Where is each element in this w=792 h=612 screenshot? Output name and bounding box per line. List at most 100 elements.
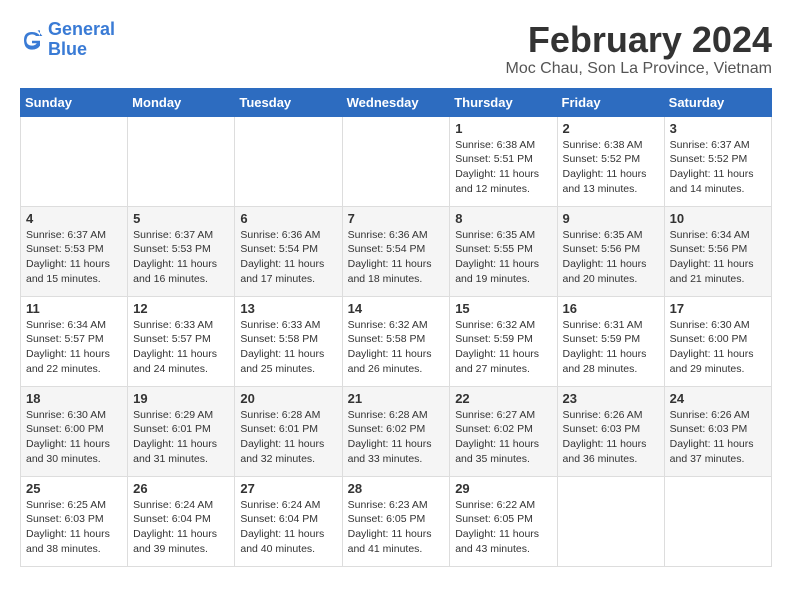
day-info: Sunrise: 6:34 AM Sunset: 5:57 PM Dayligh…: [26, 318, 122, 377]
day-info: Sunrise: 6:23 AM Sunset: 6:05 PM Dayligh…: [348, 498, 445, 557]
calendar-cell: 14Sunrise: 6:32 AM Sunset: 5:58 PM Dayli…: [342, 296, 450, 386]
day-info: Sunrise: 6:34 AM Sunset: 5:56 PM Dayligh…: [670, 228, 766, 287]
logo: General Blue: [20, 20, 115, 60]
calendar-header-row: SundayMondayTuesdayWednesdayThursdayFrid…: [21, 88, 772, 116]
day-header-monday: Monday: [128, 88, 235, 116]
title-section: February 2024 Moc Chau, Son La Province,…: [505, 20, 772, 78]
day-header-sunday: Sunday: [21, 88, 128, 116]
calendar-cell: [128, 116, 235, 206]
logo-icon: [20, 28, 44, 52]
calendar-cell: 20Sunrise: 6:28 AM Sunset: 6:01 PM Dayli…: [235, 386, 342, 476]
calendar-cell: 3 Sunrise: 6:37 AM Sunset: 5:52 PM Daylig…: [664, 116, 771, 206]
calendar-cell: 11 Sunrise: 6:34 AM Sunset: 5:57 PM Dayli…: [21, 296, 128, 386]
calendar-cell: 1 Sunrise: 6:38 AM Sunset: 5:51 PM Daylig…: [450, 116, 557, 206]
month-title: February 2024: [505, 20, 772, 60]
day-number: 10: [670, 211, 766, 226]
calendar-cell: [235, 116, 342, 206]
day-info: Sunrise: 6:32 AM Sunset: 5:59 PM Dayligh…: [455, 318, 551, 377]
day-number: 12: [133, 301, 229, 316]
calendar-cell: [664, 476, 771, 566]
day-info: Sunrise: 6:26 AM Sunset: 6:03 PM Dayligh…: [563, 408, 659, 467]
calendar-cell: [21, 116, 128, 206]
calendar-cell: 19Sunrise: 6:29 AM Sunset: 6:01 PM Dayli…: [128, 386, 235, 476]
calendar-cell: 2Sunrise: 6:38 AM Sunset: 5:52 PM Daylig…: [557, 116, 664, 206]
day-info: Sunrise: 6:31 AM Sunset: 5:59 PM Dayligh…: [563, 318, 659, 377]
calendar-cell: 23Sunrise: 6:26 AM Sunset: 6:03 PM Dayli…: [557, 386, 664, 476]
day-number: 5: [133, 211, 229, 226]
day-info: Sunrise: 6:38 AM Sunset: 5:51 PM Dayligh…: [455, 138, 551, 197]
day-number: 18: [26, 391, 122, 406]
day-info: Sunrise: 6:27 AM Sunset: 6:02 PM Dayligh…: [455, 408, 551, 467]
calendar-cell: 22Sunrise: 6:27 AM Sunset: 6:02 PM Dayli…: [450, 386, 557, 476]
calendar-cell: 7 Sunrise: 6:36 AM Sunset: 5:54 PM Daylig…: [342, 206, 450, 296]
day-number: 7: [348, 211, 445, 226]
calendar-week-row: 1 Sunrise: 6:38 AM Sunset: 5:51 PM Daylig…: [21, 116, 772, 206]
day-info: Sunrise: 6:24 AM Sunset: 6:04 PM Dayligh…: [240, 498, 336, 557]
calendar-cell: 16 Sunrise: 6:31 AM Sunset: 5:59 PM Dayli…: [557, 296, 664, 386]
calendar-cell: 21Sunrise: 6:28 AM Sunset: 6:02 PM Dayli…: [342, 386, 450, 476]
day-number: 16: [563, 301, 659, 316]
day-info: Sunrise: 6:32 AM Sunset: 5:58 PM Dayligh…: [348, 318, 445, 377]
day-header-saturday: Saturday: [664, 88, 771, 116]
day-number: 21: [348, 391, 445, 406]
calendar-week-row: 25 Sunrise: 6:25 AM Sunset: 6:03 PM Dayli…: [21, 476, 772, 566]
day-info: Sunrise: 6:22 AM Sunset: 6:05 PM Dayligh…: [455, 498, 551, 557]
location: Moc Chau, Son La Province, Vietnam: [505, 60, 772, 78]
day-header-wednesday: Wednesday: [342, 88, 450, 116]
calendar-cell: 18 Sunrise: 6:30 AM Sunset: 6:00 PM Dayli…: [21, 386, 128, 476]
calendar-cell: 13Sunrise: 6:33 AM Sunset: 5:58 PM Dayli…: [235, 296, 342, 386]
day-number: 24: [670, 391, 766, 406]
calendar-body: 1 Sunrise: 6:38 AM Sunset: 5:51 PM Daylig…: [21, 116, 772, 566]
day-info: Sunrise: 6:35 AM Sunset: 5:56 PM Dayligh…: [563, 228, 659, 287]
day-number: 26: [133, 481, 229, 496]
day-number: 1: [455, 121, 551, 136]
day-header-tuesday: Tuesday: [235, 88, 342, 116]
calendar-cell: 5 Sunrise: 6:37 AM Sunset: 5:53 PM Daylig…: [128, 206, 235, 296]
day-number: 8: [455, 211, 551, 226]
day-info: Sunrise: 6:35 AM Sunset: 5:55 PM Dayligh…: [455, 228, 551, 287]
calendar-cell: 10 Sunrise: 6:34 AM Sunset: 5:56 PM Dayli…: [664, 206, 771, 296]
day-info: Sunrise: 6:37 AM Sunset: 5:52 PM Dayligh…: [670, 138, 766, 197]
day-header-thursday: Thursday: [450, 88, 557, 116]
day-info: Sunrise: 6:25 AM Sunset: 6:03 PM Dayligh…: [26, 498, 122, 557]
day-info: Sunrise: 6:30 AM Sunset: 6:00 PM Dayligh…: [670, 318, 766, 377]
calendar-week-row: 4 Sunrise: 6:37 AM Sunset: 5:53 PM Daylig…: [21, 206, 772, 296]
day-info: Sunrise: 6:33 AM Sunset: 5:57 PM Dayligh…: [133, 318, 229, 377]
day-number: 17: [670, 301, 766, 316]
calendar-cell: [557, 476, 664, 566]
day-number: 25: [26, 481, 122, 496]
day-number: 3: [670, 121, 766, 136]
day-info: Sunrise: 6:36 AM Sunset: 5:54 PM Dayligh…: [348, 228, 445, 287]
day-info: Sunrise: 6:24 AM Sunset: 6:04 PM Dayligh…: [133, 498, 229, 557]
day-number: 11: [26, 301, 122, 316]
calendar-cell: 24 Sunrise: 6:26 AM Sunset: 6:03 PM Dayli…: [664, 386, 771, 476]
calendar-cell: 9 Sunrise: 6:35 AM Sunset: 5:56 PM Daylig…: [557, 206, 664, 296]
day-number: 6: [240, 211, 336, 226]
day-number: 20: [240, 391, 336, 406]
day-number: 27: [240, 481, 336, 496]
calendar-week-row: 18 Sunrise: 6:30 AM Sunset: 6:00 PM Dayli…: [21, 386, 772, 476]
logo-text: General Blue: [48, 20, 115, 60]
header: General Blue February 2024 Moc Chau, Son…: [20, 20, 772, 78]
calendar-cell: 4 Sunrise: 6:37 AM Sunset: 5:53 PM Daylig…: [21, 206, 128, 296]
day-number: 4: [26, 211, 122, 226]
calendar-cell: 25 Sunrise: 6:25 AM Sunset: 6:03 PM Dayli…: [21, 476, 128, 566]
calendar-cell: 28 Sunrise: 6:23 AM Sunset: 6:05 PM Dayli…: [342, 476, 450, 566]
calendar-cell: 17 Sunrise: 6:30 AM Sunset: 6:00 PM Dayli…: [664, 296, 771, 386]
calendar-cell: 8 Sunrise: 6:35 AM Sunset: 5:55 PM Daylig…: [450, 206, 557, 296]
calendar-cell: 27 Sunrise: 6:24 AM Sunset: 6:04 PM Dayli…: [235, 476, 342, 566]
day-number: 9: [563, 211, 659, 226]
calendar-week-row: 11 Sunrise: 6:34 AM Sunset: 5:57 PM Dayli…: [21, 296, 772, 386]
calendar-cell: 15 Sunrise: 6:32 AM Sunset: 5:59 PM Dayli…: [450, 296, 557, 386]
day-number: 15: [455, 301, 551, 316]
day-info: Sunrise: 6:37 AM Sunset: 5:53 PM Dayligh…: [133, 228, 229, 287]
calendar-cell: 29Sunrise: 6:22 AM Sunset: 6:05 PM Dayli…: [450, 476, 557, 566]
calendar-cell: [342, 116, 450, 206]
calendar-cell: 26 Sunrise: 6:24 AM Sunset: 6:04 PM Dayli…: [128, 476, 235, 566]
day-info: Sunrise: 6:37 AM Sunset: 5:53 PM Dayligh…: [26, 228, 122, 287]
day-number: 28: [348, 481, 445, 496]
day-info: Sunrise: 6:30 AM Sunset: 6:00 PM Dayligh…: [26, 408, 122, 467]
day-info: Sunrise: 6:36 AM Sunset: 5:54 PM Dayligh…: [240, 228, 336, 287]
calendar-table: SundayMondayTuesdayWednesdayThursdayFrid…: [20, 88, 772, 567]
day-info: Sunrise: 6:26 AM Sunset: 6:03 PM Dayligh…: [670, 408, 766, 467]
